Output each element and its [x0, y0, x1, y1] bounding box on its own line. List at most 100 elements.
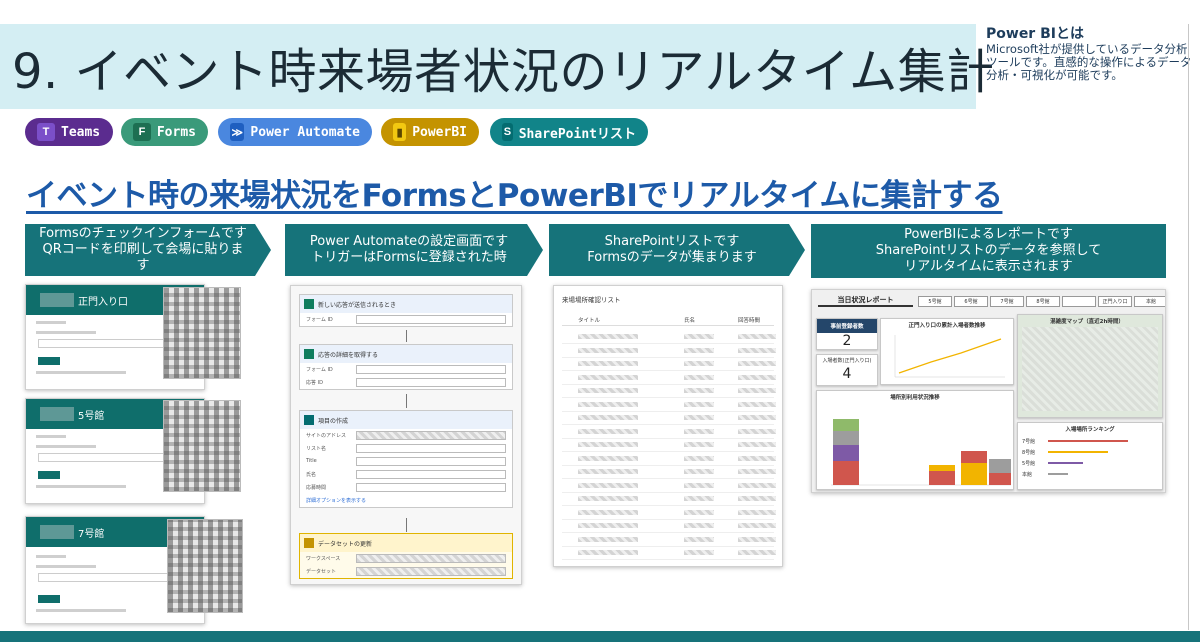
sharepoint-label: SharePointリスト [518, 126, 636, 142]
list-row[interactable] [562, 492, 776, 506]
list-cell [684, 496, 714, 501]
list-cell [684, 523, 714, 528]
line-chart-tile[interactable]: 正門入り口の累計入場者数推移 [880, 318, 1014, 385]
kpi-label: 入場者数(正門入り口) [822, 358, 872, 364]
flow-step-dataset[interactable]: データセットの更新 ワークスペース データセット [299, 533, 513, 579]
form-id-field[interactable] [356, 315, 506, 324]
flow-step-title: 新しい応答が送信されるとき [318, 301, 397, 309]
list-row[interactable] [562, 344, 776, 358]
bottom-bar [0, 631, 1200, 642]
response-id-field[interactable] [356, 378, 506, 387]
powerbi-icon [304, 538, 314, 548]
report-tab[interactable]: 正門入り口 [1098, 296, 1132, 307]
power-automate-label: Power Automate [250, 124, 360, 140]
list-row[interactable] [562, 546, 776, 560]
headline: イベント時の来場状況をFormsとPowerBIでリアルタイムに集計する [26, 178, 1003, 214]
flow-step-create-item[interactable]: 項目の作成 サイトのアドレス リスト名 Title 氏名 応募時間 詳細オプショ… [299, 410, 513, 508]
name-field[interactable] [356, 470, 506, 479]
ranking-tile[interactable]: 入場場所ランキング 7号館 8号館 5号館 本館 [1017, 422, 1163, 490]
list-cell [684, 550, 714, 555]
list-cell [578, 469, 638, 474]
field-label: サイトのアドレス [306, 433, 347, 439]
step-powerbi-line1: PowerBIによるレポートです [904, 227, 1073, 242]
dataset-field[interactable] [356, 567, 506, 576]
list-row[interactable] [562, 506, 776, 520]
form-submit-button[interactable] [38, 357, 60, 365]
ranking-label: 5号館 [1022, 461, 1036, 467]
bar-chart-title: 場所別利用状況推移 [890, 395, 940, 401]
qr-code-1 [163, 287, 241, 379]
bar-segment [833, 419, 859, 431]
report-tab[interactable]: 7号館 [990, 296, 1024, 307]
list-row[interactable] [562, 425, 776, 439]
forms-icon [304, 299, 314, 309]
list-cell [578, 415, 638, 420]
sharepoint-badge: S SharePointリスト [490, 118, 648, 146]
flow-arrow [406, 330, 407, 342]
form-name-input[interactable] [38, 573, 188, 582]
time-field[interactable] [356, 483, 506, 492]
list-cell [684, 415, 714, 420]
bar-segment [833, 431, 859, 445]
ranking-label: 8号館 [1022, 450, 1036, 456]
form-submit-button[interactable] [38, 471, 60, 479]
list-cell [738, 550, 776, 555]
teams-icon: T [37, 123, 55, 141]
list-cell [738, 536, 776, 542]
step-sharepoint-line2: Formsのデータが集まります [587, 250, 757, 265]
flow-step-details[interactable]: 応答の詳細を取得する フォーム ID 応答 ID [299, 344, 513, 390]
field-label: フォーム ID [306, 317, 333, 323]
list-cell [684, 442, 714, 447]
bar-group-3 [961, 451, 987, 485]
map-tile[interactable]: 混雑度マップ（直近2h時間） [1017, 314, 1163, 418]
list-row[interactable] [562, 438, 776, 452]
list-row[interactable] [562, 357, 776, 371]
list-row[interactable] [562, 452, 776, 466]
list-row[interactable] [562, 398, 776, 412]
ranking-row: 7号館 [1022, 437, 1156, 445]
form-name: 正門入り口 [78, 296, 128, 308]
report-title: 当日状況レポート [818, 295, 913, 307]
report-tab[interactable]: 5号館 [918, 296, 952, 307]
list-cell [684, 455, 714, 461]
form-name: 5号館 [78, 410, 105, 422]
list-row[interactable] [562, 465, 776, 479]
report-tab[interactable]: 8号館 [1026, 296, 1060, 307]
form-id-field[interactable] [356, 365, 506, 374]
report-tab[interactable]: 本館 [1134, 296, 1165, 307]
column-header-time[interactable]: 回答時間 [738, 316, 760, 324]
list-cell [578, 374, 638, 380]
title-field[interactable] [356, 457, 506, 466]
column-header-title[interactable]: タイトル [578, 316, 600, 324]
forms-icon: F [133, 123, 151, 141]
list-cell [684, 374, 714, 380]
column-header-name[interactable]: 氏名 [684, 316, 695, 324]
list-row[interactable] [562, 533, 776, 547]
list-row[interactable] [562, 411, 776, 425]
flow-step-trigger[interactable]: 新しい応答が送信されるとき フォーム ID [299, 294, 513, 327]
list-row[interactable] [562, 371, 776, 385]
bar-segment [929, 471, 955, 485]
map-area [1022, 327, 1158, 411]
field-label: 応募時間 [306, 485, 327, 491]
list-row[interactable] [562, 479, 776, 493]
list-cell [578, 428, 638, 434]
bar-chart-tile[interactable]: 場所別利用状況推移 [816, 390, 1014, 490]
form-name: 7号館 [78, 528, 105, 540]
list-cell [578, 401, 638, 407]
list-row[interactable] [562, 384, 776, 398]
ranking-bar [1048, 473, 1068, 475]
list-row[interactable] [562, 519, 776, 533]
list-cell [738, 415, 776, 420]
site-address-field[interactable] [356, 431, 506, 440]
form-submit-button[interactable] [38, 595, 60, 603]
workspace-field[interactable] [356, 554, 506, 563]
kpi-entrants: 入場者数(正門入り口) 4 [816, 354, 878, 386]
report-tab[interactable]: 6号館 [954, 296, 988, 307]
list-row[interactable] [562, 330, 776, 344]
report-tab[interactable] [1062, 296, 1096, 307]
advanced-options-link[interactable]: 詳細オプションを表示する [306, 497, 366, 504]
ranking-bar [1048, 451, 1108, 453]
bar-group-4 [989, 459, 1011, 485]
list-name-field[interactable] [356, 444, 506, 453]
